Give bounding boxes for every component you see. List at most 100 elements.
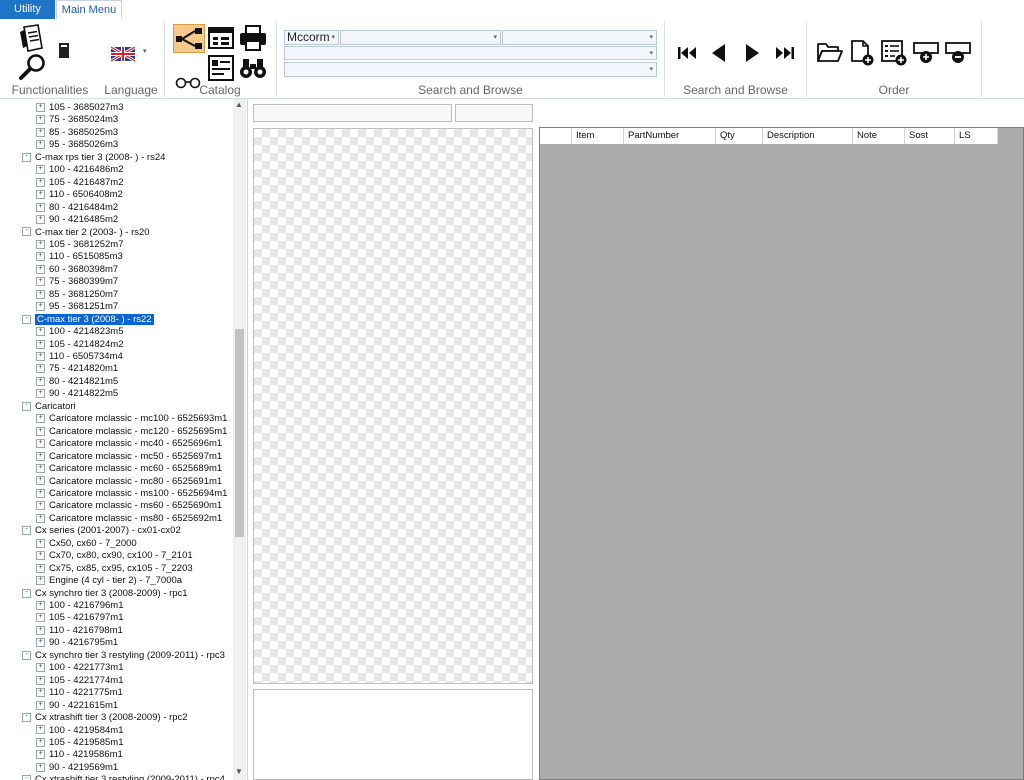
tree-leaf[interactable]: +105 - 4221774m1 — [36, 675, 123, 687]
grid-column-header[interactable]: Qty — [716, 128, 763, 144]
language-dropdown-arrow-icon[interactable]: ▾ — [143, 47, 147, 55]
collapse-icon[interactable]: - — [22, 227, 31, 237]
add-row-icon[interactable] — [912, 39, 942, 67]
expand-icon[interactable]: + — [36, 389, 45, 399]
expand-icon[interactable]: + — [36, 613, 45, 623]
grid-column-header[interactable]: LS — [955, 128, 998, 144]
expand-icon[interactable]: + — [36, 264, 45, 274]
tree-leaf[interactable]: +105 - 4214824m2 — [36, 339, 123, 351]
expand-icon[interactable]: + — [36, 426, 45, 436]
expand-icon[interactable]: + — [36, 115, 45, 125]
tree-leaf[interactable]: +110 - 6505734m4 — [36, 351, 123, 363]
tree-node[interactable]: - C-max tier 3 (2008- ) - rs22 — [22, 313, 154, 326]
tree-leaf[interactable]: +75 - 3680399m7 — [36, 276, 118, 288]
expand-icon[interactable]: + — [36, 750, 45, 760]
tree-leaf[interactable]: + Cx70, cx80, cx90, cx100 - 7_2101 — [36, 550, 193, 562]
tree-leaf[interactable]: +80 - 4214821m5 — [36, 376, 118, 388]
scroll-up-arrow-icon[interactable]: ▲ — [235, 100, 243, 109]
expand-icon[interactable]: + — [36, 737, 45, 747]
expand-icon[interactable]: + — [36, 127, 45, 137]
expand-icon[interactable]: + — [36, 675, 45, 685]
description-field[interactable] — [253, 104, 452, 122]
new-document-add-icon[interactable] — [849, 39, 875, 67]
tree-leaf[interactable]: +85 - 3681250m7 — [36, 289, 118, 301]
tree-leaf[interactable]: +90 - 4216485m2 — [36, 214, 118, 226]
subgroup-combo[interactable]: ▾ — [284, 62, 657, 77]
open-folder-icon[interactable] — [816, 40, 844, 64]
expand-icon[interactable]: + — [36, 277, 45, 287]
expand-icon[interactable]: + — [36, 327, 45, 337]
parts-grid[interactable]: Item PartNumber Qty Description Note Sost LS — [539, 127, 1024, 780]
series-combo[interactable]: ▾ — [502, 30, 657, 45]
expand-icon[interactable]: + — [36, 600, 45, 610]
expand-icon[interactable]: + — [36, 725, 45, 735]
grid-column-header[interactable]: Description — [763, 128, 853, 144]
tree-leaf[interactable]: +75 - 3685024m3 — [36, 114, 118, 126]
expand-icon[interactable]: + — [36, 302, 45, 312]
expand-icon[interactable]: + — [36, 239, 45, 249]
expand-icon[interactable]: + — [36, 414, 45, 424]
tree-leaf[interactable]: +110 - 4219586m1 — [36, 749, 123, 761]
expand-icon[interactable]: + — [36, 538, 45, 548]
tree-leaf[interactable]: + Engine (4 cyl - tier 2) - 7_7000a — [36, 575, 182, 587]
collapse-icon[interactable]: - — [22, 588, 31, 598]
collapse-icon[interactable]: - — [22, 650, 31, 660]
tree-leaf[interactable]: +90 - 4219569m1 — [36, 762, 118, 774]
tree-leaf[interactable]: + Cx50, cx60 - 7_2000 — [36, 538, 137, 550]
tree-node[interactable]: - Cx xtrashift tier 3 restyling (2009-201… — [22, 774, 225, 780]
first-page-icon[interactable] — [677, 45, 699, 61]
tree-leaf[interactable]: +95 - 3681251m7 — [36, 301, 118, 313]
tree-leaf[interactable]: +105 - 4216487m2 — [36, 177, 123, 189]
tree-leaf[interactable]: + Caricatore mclassic - mc60 - 6525689m1 — [36, 463, 222, 475]
tree-leaf[interactable]: + Cx75, cx85, cx95, cx105 - 7_2203 — [36, 563, 193, 575]
printer-icon[interactable] — [239, 24, 267, 52]
expand-icon[interactable]: + — [36, 501, 45, 511]
last-page-icon[interactable] — [773, 45, 795, 61]
tree-node[interactable]: - C-max rps tier 3 (2008- ) - rs24 — [22, 152, 165, 164]
tree-leaf[interactable]: +90 - 4216795m1 — [36, 637, 118, 649]
notes-area[interactable] — [253, 689, 533, 780]
tree-leaf[interactable]: +60 - 3680398m7 — [36, 264, 118, 276]
collapse-icon[interactable]: - — [22, 775, 31, 780]
tree-leaf[interactable]: + Caricatore mclassic - mc120 - 6525695m1 — [36, 426, 227, 438]
expand-icon[interactable]: + — [36, 488, 45, 498]
collapse-icon[interactable]: - — [22, 401, 31, 411]
document-list-icon[interactable] — [18, 24, 46, 54]
tree-scrollbar[interactable]: ▲ ▼ — [233, 99, 246, 780]
tree-leaf[interactable]: +110 - 4216798m1 — [36, 625, 123, 637]
expand-icon[interactable]: + — [36, 638, 45, 648]
expand-icon[interactable]: + — [36, 625, 45, 635]
expand-icon[interactable]: + — [36, 202, 45, 212]
tree-node[interactable]: - Cx series (2001-2007) - cx01-cx02 — [22, 525, 181, 537]
tree-leaf[interactable]: +105 - 4216797m1 — [36, 612, 123, 624]
grid-column-header[interactable]: Note — [853, 128, 905, 144]
tree-leaf[interactable]: + Caricatore mclassic - mc100 - 6525693m1 — [36, 413, 227, 425]
expand-icon[interactable]: + — [36, 513, 45, 523]
expand-icon[interactable]: + — [36, 177, 45, 187]
tree-leaf[interactable]: +90 - 4214822m5 — [36, 388, 118, 400]
group-combo[interactable]: ▾ — [284, 46, 657, 60]
expand-icon[interactable]: + — [36, 252, 45, 262]
grid-column-header[interactable]: Sost — [905, 128, 955, 144]
tree-node[interactable]: - Cx synchro tier 3 restyling (2009-2011)… — [22, 650, 225, 662]
tree-leaf[interactable]: +100 - 4214823m5 — [36, 326, 123, 338]
expand-icon[interactable]: + — [36, 576, 45, 586]
code-field[interactable] — [455, 104, 533, 122]
catalog-tree-view-button[interactable] — [173, 24, 205, 53]
tree-leaf[interactable]: +75 - 4214820m1 — [36, 363, 118, 375]
expand-icon[interactable]: + — [36, 364, 45, 374]
expand-icon[interactable]: + — [36, 700, 45, 710]
tree-leaf[interactable]: + Caricatore mclassic - mc50 - 6525697m1 — [36, 451, 222, 463]
document-text-icon[interactable] — [208, 55, 234, 81]
grid-column-header[interactable]: PartNumber — [624, 128, 716, 144]
expand-icon[interactable]: + — [36, 476, 45, 486]
tree-leaf[interactable]: +100 - 4216796m1 — [36, 600, 123, 612]
collapse-icon[interactable]: - — [22, 314, 31, 324]
expand-icon[interactable]: + — [36, 688, 45, 698]
model-combo[interactable]: ▾ — [340, 30, 501, 45]
expand-icon[interactable]: + — [36, 190, 45, 200]
remove-row-icon[interactable] — [944, 39, 974, 67]
expand-icon[interactable]: + — [36, 351, 45, 361]
tab-utility[interactable]: Utility — [0, 0, 55, 19]
tree-leaf[interactable]: + Caricatore mclassic - ms100 - 6525694m1 — [36, 488, 227, 500]
